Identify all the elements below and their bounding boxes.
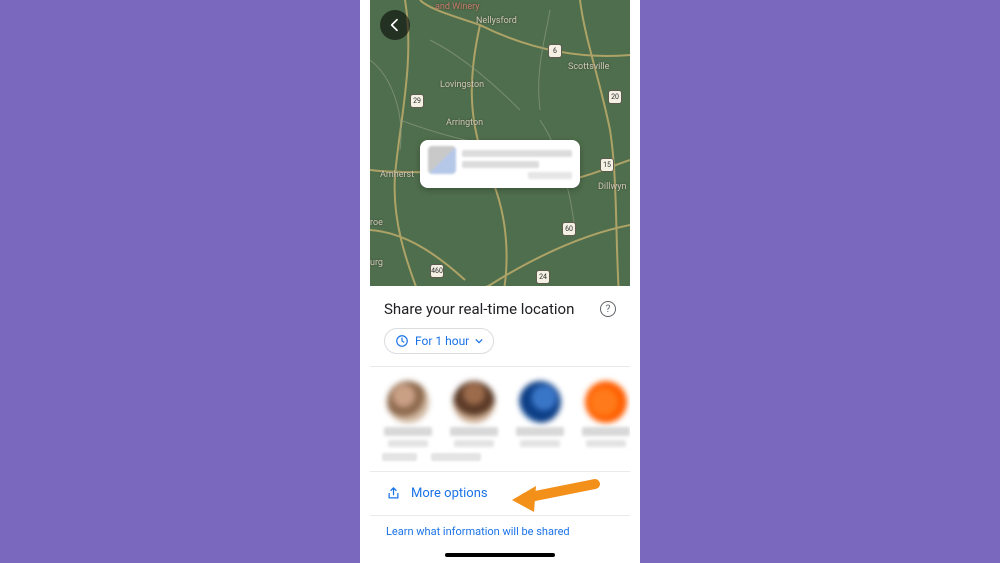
route-shield: 60 bbox=[562, 222, 576, 236]
contact-item[interactable] bbox=[514, 381, 566, 447]
learn-more-link[interactable]: Learn what information will be shared bbox=[386, 525, 570, 538]
duration-chip[interactable]: For 1 hour bbox=[384, 328, 494, 354]
location-info-card[interactable] bbox=[420, 140, 580, 188]
map-place-label: Amherst bbox=[380, 170, 414, 180]
route-shield: 24 bbox=[536, 270, 550, 284]
home-indicator[interactable] bbox=[445, 553, 555, 557]
back-button[interactable] bbox=[380, 10, 410, 40]
map-place-label: Scottsville bbox=[568, 62, 609, 72]
map-place-label: Lovingston bbox=[440, 80, 484, 90]
contacts-row bbox=[370, 367, 630, 453]
help-icon[interactable]: ? bbox=[600, 301, 616, 317]
route-shield: 29 bbox=[410, 94, 424, 108]
phone-screen: and Winery Nellysford Scottsville Lovingsto… bbox=[370, 0, 630, 563]
map-view[interactable]: and Winery Nellysford Scottsville Lovingsto… bbox=[370, 0, 630, 286]
chevron-left-icon bbox=[387, 17, 403, 33]
contact-item[interactable] bbox=[448, 381, 500, 447]
location-text-redacted bbox=[462, 146, 572, 182]
location-thumbnail bbox=[428, 146, 456, 174]
share-sheet: Share your real-time location ? For 1 ho… bbox=[370, 286, 630, 563]
contact-item[interactable] bbox=[580, 381, 630, 447]
route-shield: 6 bbox=[548, 44, 562, 58]
contact-avatar bbox=[585, 381, 627, 423]
sheet-title: Share your real-time location bbox=[384, 300, 574, 318]
route-shield: 460 bbox=[430, 264, 444, 278]
map-place-label: and Winery bbox=[435, 2, 479, 12]
caret-down-icon bbox=[475, 337, 483, 345]
map-place-label: Dillwyn bbox=[598, 182, 626, 192]
more-options-label: More options bbox=[411, 486, 488, 501]
duration-label: For 1 hour bbox=[415, 334, 469, 348]
contact-avatar bbox=[519, 381, 561, 423]
map-place-label: roe bbox=[370, 218, 383, 228]
map-place-label: Arrington bbox=[446, 118, 483, 128]
route-shield: 20 bbox=[608, 90, 622, 104]
contact-avatar bbox=[453, 381, 495, 423]
clock-icon bbox=[395, 334, 409, 348]
map-place-label: Nellysford bbox=[476, 16, 517, 26]
annotation-arrow bbox=[510, 476, 600, 516]
contact-item[interactable] bbox=[382, 381, 434, 447]
contacts-subtext bbox=[370, 453, 630, 471]
map-place-label: urg bbox=[370, 258, 383, 268]
more-options-button[interactable]: More options bbox=[386, 486, 488, 501]
route-shield: 15 bbox=[600, 158, 614, 172]
contact-avatar bbox=[387, 381, 429, 423]
share-icon bbox=[386, 486, 401, 501]
